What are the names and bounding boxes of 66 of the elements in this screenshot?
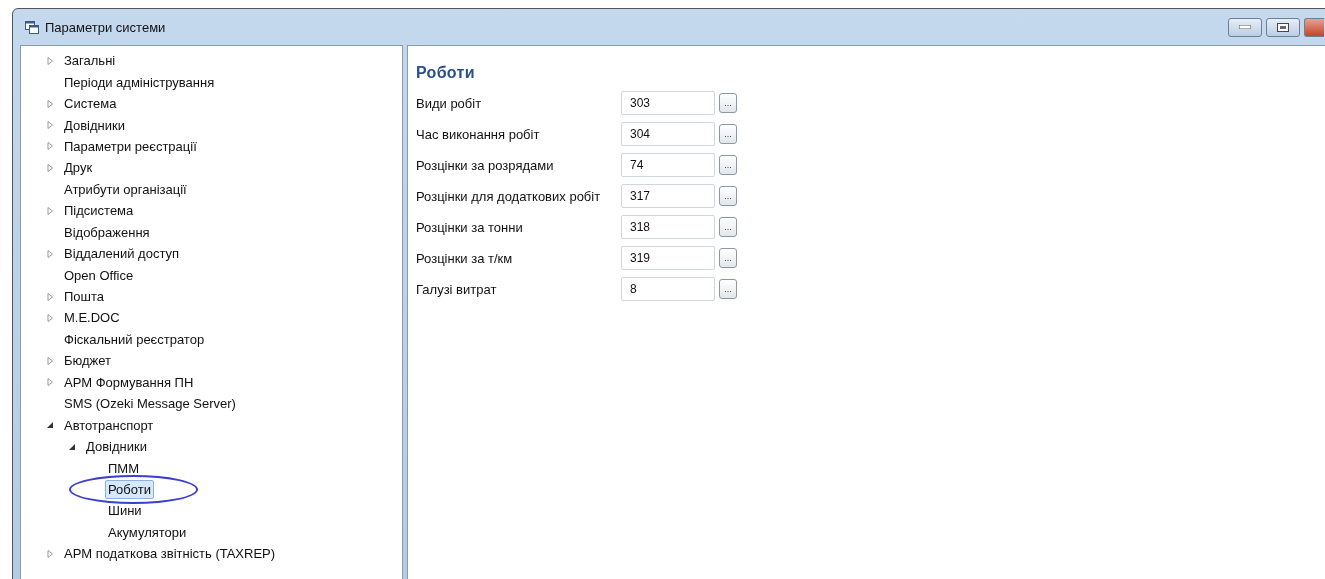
collapsed-arrow-icon[interactable]	[45, 355, 55, 366]
field-label: Галузі витрат	[416, 281, 498, 297]
maximize-button[interactable]	[1266, 17, 1300, 37]
value-field[interactable]: 318	[621, 215, 715, 239]
tree-item[interactable]: Періоди адміністрування	[61, 72, 218, 92]
tree-item[interactable]: Підсистема	[61, 201, 137, 221]
tree-item[interactable]: Роботи	[105, 479, 154, 499]
tree-item[interactable]: Фіскальний реєстратор	[61, 329, 208, 349]
collapsed-arrow-icon[interactable]	[45, 141, 55, 152]
browse-button[interactable]: ...	[719, 93, 737, 113]
tree-item[interactable]: Пошта	[61, 287, 108, 307]
close-button[interactable]	[1304, 17, 1324, 37]
value-field[interactable]: 8	[621, 277, 715, 301]
field-label: Час виконання робіт	[416, 126, 541, 142]
maximize-icon	[1277, 22, 1289, 32]
tree-item[interactable]: Загальні	[61, 51, 119, 71]
browse-button[interactable]: ...	[719, 248, 737, 268]
tree-item[interactable]: Віддалений доступ	[61, 244, 183, 264]
tree-item[interactable]: Шини	[105, 501, 145, 521]
field-label: Види робіт	[416, 95, 483, 111]
collapsed-arrow-icon[interactable]	[45, 162, 55, 173]
collapsed-arrow-icon[interactable]	[45, 205, 55, 216]
field-label: Розцінки за тонни	[416, 219, 524, 235]
tree-item[interactable]: Довідники	[61, 115, 128, 135]
tree-item[interactable]: Автотранспорт	[61, 415, 157, 435]
collapsed-arrow-icon[interactable]	[45, 312, 55, 323]
expanded-arrow-icon[interactable]	[45, 420, 55, 431]
collapsed-arrow-icon[interactable]	[45, 55, 55, 66]
tree-item[interactable]: Довідники	[83, 437, 150, 457]
collapsed-arrow-icon[interactable]	[45, 548, 55, 559]
field-label: Розцінки за розрядами	[416, 157, 555, 173]
tree-item[interactable]: АРМ податкова звітність (TAXREP)	[61, 544, 279, 564]
tree-item[interactable]: Атрибути організації	[61, 179, 190, 199]
tree-item[interactable]: M.E.DOC	[61, 308, 123, 328]
value-field[interactable]: 74	[621, 153, 715, 177]
browse-button[interactable]: ...	[719, 155, 737, 175]
window-title: Параметри системи	[45, 19, 166, 35]
tree-item[interactable]: Акумулятори	[105, 522, 190, 542]
window-icon	[25, 20, 39, 34]
field-label: Розцінки за т/км	[416, 250, 514, 266]
tree-item[interactable]: Бюджет	[61, 351, 115, 371]
collapsed-arrow-icon[interactable]	[45, 248, 55, 259]
value-field[interactable]: 303	[621, 91, 715, 115]
value-field[interactable]: 304	[621, 122, 715, 146]
browse-button[interactable]: ...	[719, 186, 737, 206]
tree-item[interactable]: ПММ	[105, 458, 142, 478]
field-label: Розцінки для додаткових робіт	[416, 188, 602, 204]
tree-item[interactable]: Open Office	[61, 265, 137, 285]
collapsed-arrow-icon[interactable]	[45, 120, 55, 131]
browse-button[interactable]: ...	[719, 279, 737, 299]
minimize-icon	[1239, 25, 1251, 29]
value-field[interactable]: 317	[621, 184, 715, 208]
tree-item[interactable]: Система	[61, 94, 120, 114]
browse-button[interactable]: ...	[719, 124, 737, 144]
tree-item[interactable]: Відображення	[61, 222, 153, 242]
tree-item[interactable]: SMS (Ozeki Message Server)	[61, 394, 239, 414]
collapsed-arrow-icon[interactable]	[45, 291, 55, 302]
tree-item[interactable]: Друк	[61, 158, 96, 178]
value-field[interactable]: 319	[621, 246, 715, 270]
tree-item[interactable]: АРМ Формування ПН	[61, 372, 197, 392]
collapsed-arrow-icon[interactable]	[45, 377, 55, 388]
panel-title: Роботи	[416, 64, 476, 82]
browse-button[interactable]: ...	[719, 217, 737, 237]
collapsed-arrow-icon[interactable]	[45, 98, 55, 109]
tree-item[interactable]: Параметри реєстрації	[61, 136, 200, 156]
minimize-button[interactable]	[1228, 17, 1262, 37]
